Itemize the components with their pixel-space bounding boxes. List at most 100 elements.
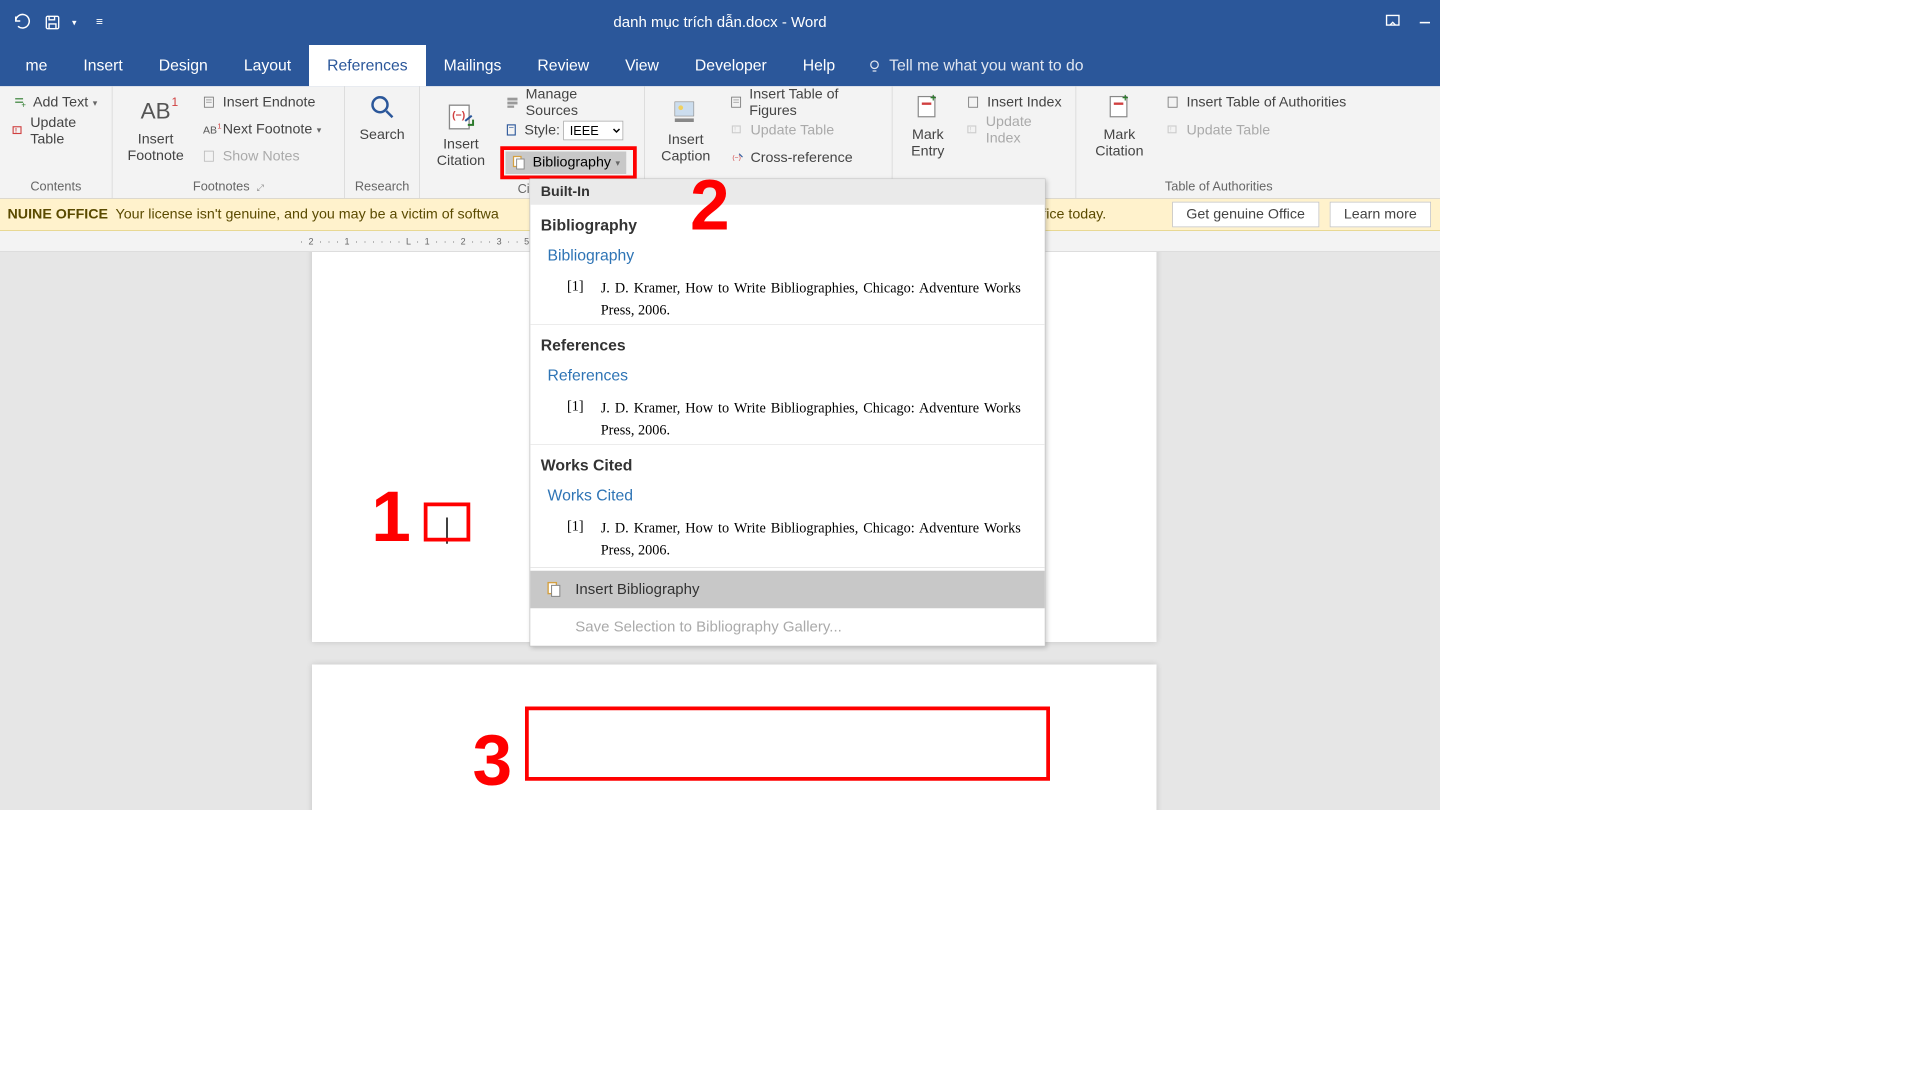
citation-entry: [1] J. D. Kramer, How to Write Bibliogra… [541, 395, 1035, 444]
minimize-icon[interactable]: − [1419, 11, 1431, 35]
save-to-gallery-item: Save Selection to Bibliography Gallery..… [530, 608, 1045, 646]
tab-help[interactable]: Help [785, 45, 853, 86]
tab-references[interactable]: References [309, 45, 426, 86]
next-footnote-button[interactable]: AB1 Next Footnote ▾ [197, 118, 326, 142]
update-icon: ! [966, 122, 981, 139]
window-controls: − [1384, 11, 1431, 35]
insert-citation-icon: (−) [444, 101, 477, 134]
save-icon[interactable] [42, 12, 63, 33]
insert-bibliography-item[interactable]: Insert Bibliography [530, 571, 1045, 609]
dropdown-section-references[interactable]: References References [1] J. D. Kramer, … [530, 324, 1045, 444]
tab-insert[interactable]: Insert [65, 45, 140, 86]
show-notes-button: Show Notes [197, 145, 326, 169]
style-icon [505, 122, 522, 139]
update-icon: ! [729, 122, 746, 139]
manage-sources-icon [505, 95, 521, 112]
footnote-ab-icon: AB1 [139, 95, 172, 128]
quick-access-toolbar: ▾ ≡ [0, 12, 115, 33]
insert-endnote-button[interactable]: Insert Endnote [197, 91, 326, 115]
update-icon: ! [1166, 122, 1183, 139]
group-label-research: Research [353, 177, 412, 197]
citation-entry: [1] J. D. Kramer, How to Write Bibliogra… [541, 275, 1035, 324]
insert-tof-button[interactable]: Insert Table of Figures [725, 91, 884, 115]
bibliography-button-highlight: Bibliography ▾ [500, 146, 636, 179]
annotation-number-1: 1 [371, 476, 411, 558]
window-title: danh mục trích dẫn.docx - Word [613, 14, 826, 31]
tell-me-search[interactable]: Tell me what you want to do [867, 57, 1084, 75]
toa-icon [1166, 95, 1183, 112]
annotation-number-2: 2 [690, 165, 730, 247]
search-button[interactable]: Search [353, 91, 412, 143]
svg-text:+: + [1122, 93, 1128, 104]
tab-review[interactable]: Review [519, 45, 607, 86]
tab-design[interactable]: Design [141, 45, 226, 86]
caption-icon [669, 96, 702, 129]
qat-customize-icon[interactable]: ≡ [96, 16, 103, 30]
ribbon-display-icon[interactable] [1384, 12, 1401, 33]
cross-reference-button[interactable]: (−) Cross-reference [725, 146, 884, 170]
learn-more-button[interactable]: Learn more [1330, 202, 1431, 228]
tab-home[interactable]: me [8, 45, 66, 86]
undo-icon[interactable] [12, 12, 33, 33]
bibliography-dropdown: Built-In Bibliography Bibliography [1] J… [530, 179, 1046, 647]
mark-entry-icon: + [911, 91, 944, 124]
tab-view[interactable]: View [607, 45, 677, 86]
insert-footnote-button[interactable]: AB1 Insert Footnote [120, 91, 191, 169]
tell-me-label: Tell me what you want to do [889, 57, 1083, 75]
warning-label: NUINE OFFICE [8, 206, 109, 223]
annotation-box-3 [525, 707, 1050, 781]
svg-text:!: ! [15, 127, 17, 134]
svg-text:!: ! [1170, 127, 1172, 134]
dropdown-section-works-cited[interactable]: Works Cited Works Cited [1] J. D. Kramer… [530, 444, 1045, 564]
show-notes-icon [202, 149, 219, 166]
group-label-footnotes: Footnotes ⤢ [120, 177, 337, 197]
index-icon [966, 95, 983, 112]
update-toa-button: ! Update Table [1161, 119, 1351, 143]
group-label-toc: Contents [8, 177, 105, 197]
style-dropdown[interactable]: IEEE [563, 121, 623, 141]
mark-entry-button[interactable]: + Mark Entry [900, 91, 956, 160]
group-footnotes: AB1 Insert Footnote Insert Endnote AB1 N… [113, 86, 346, 198]
group-toa: + Mark Citation Insert Table of Authorit… [1076, 86, 1361, 198]
title-bar: ▾ ≡ danh mục trích dẫn.docx - Word − [0, 0, 1440, 45]
add-text-icon: + [12, 95, 29, 112]
dialog-launcher-icon[interactable]: ⤢ [250, 182, 264, 193]
group-toc: + Add Text ▾ ! Update Table Contents [0, 86, 113, 198]
insert-toa-button[interactable]: Insert Table of Authorities [1161, 91, 1351, 115]
annotation-box-1 [424, 503, 471, 542]
style-selector[interactable]: Style: IEEE [500, 119, 636, 143]
citation-entry: [1] J. D. Kramer, How to Write Bibliogra… [541, 515, 1035, 564]
insert-index-button[interactable]: Insert Index [962, 91, 1068, 115]
tab-mailings[interactable]: Mailings [426, 45, 520, 86]
get-genuine-button[interactable]: Get genuine Office [1172, 202, 1319, 228]
update-tof-button: ! Update Table [725, 119, 884, 143]
mark-citation-button[interactable]: + Mark Citation [1084, 91, 1155, 160]
tab-developer[interactable]: Developer [677, 45, 785, 86]
update-index-button: ! Update Index [962, 119, 1068, 143]
insert-caption-button[interactable]: Insert Caption [653, 91, 719, 171]
svg-text:!: ! [970, 127, 972, 134]
tab-layout[interactable]: Layout [226, 45, 309, 86]
svg-text:!: ! [734, 127, 736, 134]
svg-text:(−): (−) [732, 154, 740, 161]
dropdown-section-bibliography[interactable]: Bibliography Bibliography [1] J. D. Kram… [530, 205, 1045, 324]
manage-sources-button[interactable]: Manage Sources [500, 91, 636, 115]
mark-citation-icon: + [1103, 91, 1136, 124]
svg-text:+: + [930, 93, 936, 104]
add-text-button[interactable]: + Add Text ▾ [8, 91, 105, 115]
annotation-number-3: 3 [473, 720, 513, 802]
ribbon-tabs: me Insert Design Layout References Maili… [0, 45, 1440, 86]
bibliography-button[interactable]: Bibliography ▾ [506, 152, 626, 175]
group-label-toa: Table of Authorities [1084, 177, 1354, 197]
warning-text: Your license isn't genuine, and you may … [116, 206, 499, 223]
svg-text:(−): (−) [452, 109, 465, 121]
next-footnote-icon: AB1 [202, 122, 219, 139]
qat-dropdown-icon[interactable]: ▾ [72, 17, 77, 28]
update-toc-button[interactable]: ! Update Table [8, 119, 105, 143]
dropdown-header-builtin: Built-In [530, 179, 1045, 205]
insert-citation-button[interactable]: (−) Insert Citation [428, 91, 495, 180]
svg-text:+: + [21, 100, 26, 109]
endnote-icon [202, 95, 219, 112]
search-icon [366, 91, 399, 124]
lightbulb-icon [867, 58, 882, 73]
